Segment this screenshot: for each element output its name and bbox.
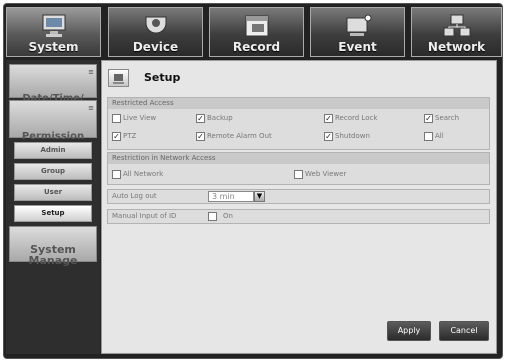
sidebar-item-date-time[interactable]: ≡ Date/Time/ Language <box>9 64 97 115</box>
sidebar-item-permission[interactable]: ≡ Permission Manage <box>9 100 97 153</box>
search-checkbox[interactable]: ✓ <box>424 114 433 123</box>
checkbox-label: PTZ <box>123 132 137 140</box>
tab-label: System <box>28 40 79 54</box>
tab-system[interactable]: System <box>6 7 101 57</box>
checkbox-label: All Network <box>123 170 164 178</box>
live-view-checkbox[interactable] <box>112 114 121 123</box>
chevron-down-icon[interactable]: ▼ <box>254 191 265 202</box>
expand-icon: ≡ <box>88 68 94 76</box>
sidebar-subitem-group[interactable]: Group <box>14 163 92 180</box>
tab-event[interactable]: Event <box>310 7 405 57</box>
checkbox-label: Search <box>435 114 460 122</box>
sidebar-item-system-manage[interactable]: System Manage <box>9 226 97 266</box>
group-header: Restriction in Network Access <box>108 153 489 164</box>
remote-alarm-out-checkbox[interactable]: ✓ <box>196 132 205 141</box>
sidebar-subitem-label: User <box>43 188 63 196</box>
system-icon <box>42 14 65 37</box>
auto-log-out-select[interactable]: 3 min <box>208 191 254 202</box>
setup-page-icon <box>108 69 129 87</box>
tab-device[interactable]: Device <box>108 7 203 57</box>
page-title: Setup <box>144 71 181 84</box>
sidebar-subitem-setup[interactable]: Setup <box>14 205 92 222</box>
ptz-checkbox[interactable]: ✓ <box>112 132 121 141</box>
all-checkbox[interactable] <box>424 132 433 141</box>
all-network-checkbox[interactable] <box>112 170 121 179</box>
sidebar-item-label: System Manage <box>28 243 78 267</box>
device-icon <box>145 16 166 34</box>
shutdown-checkbox[interactable]: ✓ <box>324 132 333 141</box>
network-restriction-group: Restriction in Network Access All Networ… <box>107 152 490 185</box>
checkbox-label: Live View <box>123 114 157 122</box>
sidebar-subitem-user[interactable]: User <box>14 184 92 201</box>
sidebar-subitem-admin[interactable]: Admin <box>14 142 92 159</box>
checkbox-label: Record Lock <box>335 114 378 122</box>
restricted-access-group: Restricted Access Live View ✓ Backup ✓ R… <box>107 97 490 150</box>
manual-id-checkbox[interactable] <box>208 212 217 221</box>
top-menu: System Device Record Event Network <box>6 7 502 59</box>
manual-id-row: Manual Input of ID On <box>107 209 490 224</box>
sidebar-subitem-label: Admin <box>40 146 66 154</box>
expand-icon: ≡ <box>88 104 94 112</box>
web-viewer-checkbox[interactable] <box>294 170 303 179</box>
checkbox-label: Remote Alarm Out <box>207 132 272 140</box>
tab-label: Device <box>132 40 179 54</box>
backup-checkbox[interactable]: ✓ <box>196 114 205 123</box>
record-lock-checkbox[interactable]: ✓ <box>324 114 333 123</box>
manual-id-label: Manual Input of ID <box>112 212 177 220</box>
sidebar: ≡ Date/Time/ Language ≡ Permission Manag… <box>6 60 100 354</box>
checkbox-label: On <box>223 212 233 220</box>
auto-log-out-row: Auto Log out 3 min ▼ <box>107 189 490 204</box>
cancel-button[interactable]: Cancel <box>439 321 489 341</box>
auto-log-out-label: Auto Log out <box>112 192 157 200</box>
apply-button[interactable]: Apply <box>387 321 431 341</box>
record-icon <box>245 15 268 37</box>
group-header: Restricted Access <box>108 98 489 109</box>
tab-network[interactable]: Network <box>411 7 502 57</box>
event-icon <box>346 14 371 36</box>
network-icon <box>443 14 470 37</box>
checkbox-label: Backup <box>207 114 233 122</box>
checkbox-label: Shutdown <box>335 132 370 140</box>
tab-label: Record <box>232 40 281 54</box>
sidebar-subitem-label: Setup <box>41 209 65 217</box>
checkbox-label: All <box>435 132 444 140</box>
setup-panel: Setup Restricted Access Live View ✓ Back… <box>101 60 497 354</box>
sidebar-subitem-label: Group <box>40 167 65 175</box>
tab-label: Network <box>427 40 486 54</box>
checkbox-label: Web Viewer <box>305 170 347 178</box>
tab-record[interactable]: Record <box>209 7 304 57</box>
tab-label: Event <box>338 40 377 54</box>
